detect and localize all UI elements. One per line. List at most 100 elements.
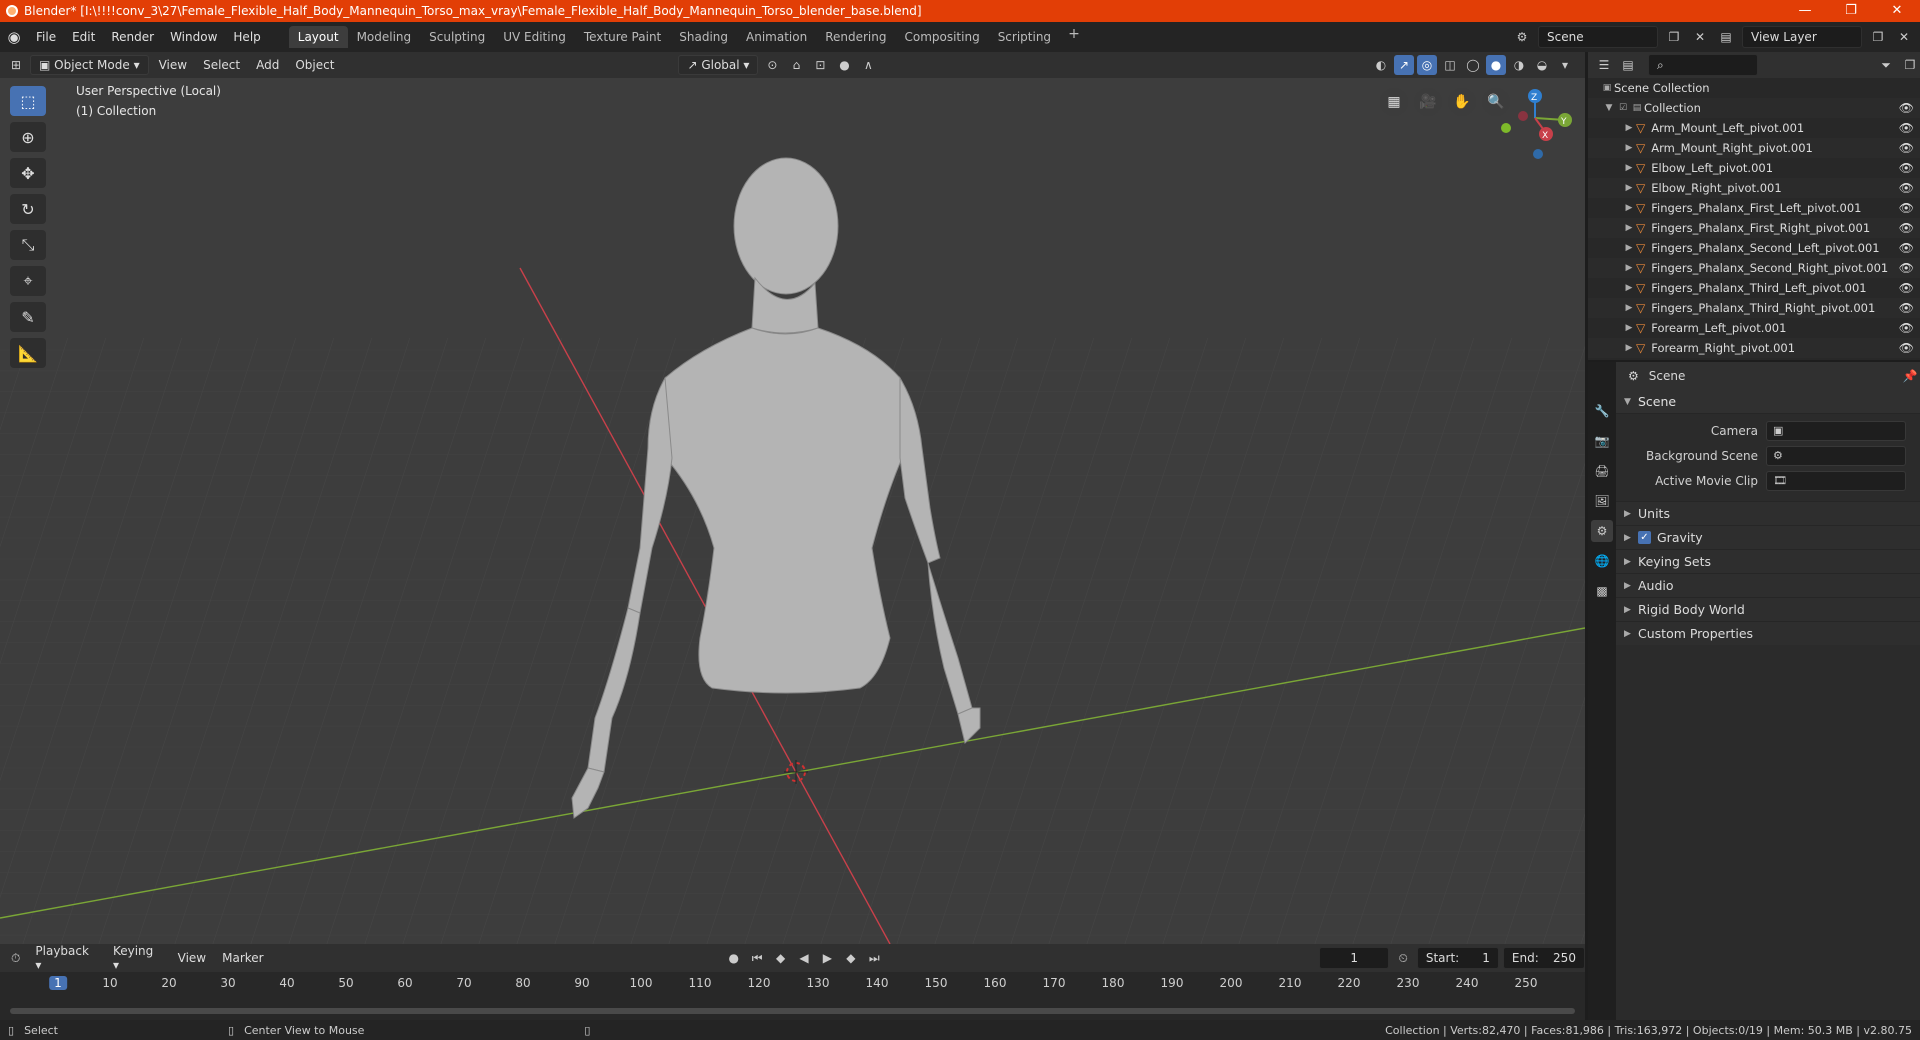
render-tab-icon[interactable]: 📷	[1591, 430, 1613, 452]
expand-arrow-icon[interactable]: ▶	[1622, 343, 1636, 353]
view-layer-tab-icon[interactable]: 🖼	[1591, 490, 1613, 512]
collection-expand-icon[interactable]: ▼	[1602, 103, 1616, 113]
menu-playback[interactable]: Playback ▾	[29, 944, 103, 972]
menu-render[interactable]: Render	[103, 22, 162, 52]
editor-type-icon[interactable]: ⊞	[6, 55, 26, 75]
rendered-shading-icon[interactable]: ◒	[1532, 55, 1552, 75]
expand-arrow-icon[interactable]: ▶	[1622, 283, 1636, 293]
eye-icon[interactable]: 👁	[1899, 321, 1914, 335]
menu-file[interactable]: File	[28, 22, 64, 52]
delete-scene-icon[interactable]: ✕	[1690, 27, 1710, 47]
audio-panel[interactable]: ▶ Audio	[1616, 573, 1920, 597]
outliner-object-row[interactable]: ▶ ▽ Forearm_Left_pivot.001 👁	[1588, 318, 1920, 338]
new-view-layer-icon[interactable]: ❐	[1868, 27, 1888, 47]
tab-scripting[interactable]: Scripting	[989, 26, 1060, 48]
expand-arrow-icon[interactable]: ▶	[1622, 163, 1636, 173]
tab-shading[interactable]: Shading	[670, 26, 737, 48]
select-box-icon[interactable]: ⬚	[10, 86, 46, 116]
add-workspace-icon[interactable]: +	[1060, 26, 1088, 48]
background-scene-field[interactable]: ⚙	[1766, 445, 1906, 466]
rotate-tool-icon[interactable]: ↻	[10, 194, 46, 224]
eye-icon[interactable]: 👁	[1899, 161, 1914, 175]
eye-icon[interactable]: 👁	[1899, 221, 1914, 235]
gizmo-icon[interactable]: ↗	[1394, 55, 1414, 75]
play-reverse-icon[interactable]: ◀	[794, 948, 813, 968]
outliner-object-row[interactable]: ▶ ▽ Fingers_Phalanx_Third_Right_pivot.001 👁	[1588, 298, 1920, 318]
outliner-object-row[interactable]: ▶ ▽ Fingers_Phalanx_First_Right_pivot.001 👁	[1588, 218, 1920, 238]
scene-tab-icon[interactable]: ⚙	[1591, 520, 1613, 542]
gravity-checkbox[interactable]: ✓	[1638, 531, 1651, 544]
expand-arrow-icon[interactable]: ▶	[1622, 263, 1636, 273]
eye-icon[interactable]: 👁	[1899, 101, 1914, 115]
expand-arrow-icon[interactable]: ▶	[1622, 183, 1636, 193]
play-icon[interactable]: ▶	[818, 948, 837, 968]
outliner-object-row[interactable]: ▶ ▽ Forearm_Right_pivot.001 👁	[1588, 338, 1920, 358]
visibility-icon[interactable]: ◐	[1371, 55, 1391, 75]
falloff-icon[interactable]: ∧	[858, 55, 878, 75]
menu-object[interactable]: Object	[289, 58, 340, 72]
preview-range-icon[interactable]: ⏲	[1393, 948, 1412, 968]
eye-icon[interactable]: 👁	[1899, 201, 1914, 215]
collection-checkbox-icon[interactable]: ☑	[1616, 103, 1630, 113]
scene-icon[interactable]: ⚙	[1512, 27, 1532, 47]
current-frame-field[interactable]: 1	[1319, 947, 1390, 969]
next-keyframe-icon[interactable]: ◆	[841, 948, 860, 968]
output-tab-icon[interactable]: 🖨	[1591, 460, 1613, 482]
view-layer-icon[interactable]: ▤	[1716, 27, 1736, 47]
camera-view-icon[interactable]: 🎥	[1414, 88, 1442, 116]
new-collection-icon[interactable]: ❐	[1900, 55, 1920, 75]
start-frame-field[interactable]: Start: 1	[1416, 947, 1499, 969]
outliner-object-row[interactable]: ▶ ▽ Arm_Mount_Right_pivot.001 👁	[1588, 138, 1920, 158]
move-tool-icon[interactable]: ✥	[10, 158, 46, 188]
scale-tool-icon[interactable]: ⤡	[10, 230, 46, 260]
texture-tab-icon[interactable]: ▩	[1591, 580, 1613, 602]
eye-icon[interactable]: 👁	[1899, 261, 1914, 275]
expand-arrow-icon[interactable]: ▶	[1622, 323, 1636, 333]
expand-arrow-icon[interactable]: ▶	[1622, 223, 1636, 233]
expand-arrow-icon[interactable]: ▶	[1622, 303, 1636, 313]
scene-collection-row[interactable]: ▣ Scene Collection	[1588, 78, 1920, 98]
keying-sets-panel[interactable]: ▶ Keying Sets	[1616, 549, 1920, 573]
snap-icon[interactable]: ⌂	[786, 55, 806, 75]
expand-arrow-icon[interactable]: ▶	[1622, 123, 1636, 133]
filter-icon[interactable]: ⏷	[1876, 55, 1896, 75]
outliner-object-row[interactable]: ▶ ▽ Fingers_Phalanx_Second_Right_pivot.001…	[1588, 258, 1920, 278]
prev-keyframe-icon[interactable]: ◆	[771, 948, 790, 968]
tab-compositing[interactable]: Compositing	[895, 26, 988, 48]
blender-menu-icon[interactable]: ◉	[0, 28, 28, 46]
tool-tab-icon[interactable]: 🔧	[1591, 400, 1613, 422]
tab-rendering[interactable]: Rendering	[816, 26, 895, 48]
proportional-editing-icon[interactable]: ●	[834, 55, 854, 75]
maximize-button[interactable]: ❐	[1828, 0, 1874, 22]
tab-animation[interactable]: Animation	[737, 26, 816, 48]
world-tab-icon[interactable]: 🌐	[1591, 550, 1613, 572]
collection-row[interactable]: ▼ ☑ ▤ Collection 👁	[1588, 98, 1920, 118]
menu-window[interactable]: Window	[162, 22, 225, 52]
menu-timeline-view[interactable]: View	[172, 951, 212, 965]
tab-modeling[interactable]: Modeling	[348, 26, 421, 48]
snap-target-icon[interactable]: ⊡	[810, 55, 830, 75]
3d-viewport[interactable]: Z Y X User Perspective (Local) (1) Colle…	[0, 78, 1585, 944]
custom-properties-panel[interactable]: ▶ Custom Properties	[1616, 621, 1920, 645]
menu-edit[interactable]: Edit	[64, 22, 103, 52]
pivot-point-icon[interactable]: ⊙	[762, 55, 782, 75]
display-mode-icon[interactable]: ▤	[1618, 55, 1638, 75]
eye-icon[interactable]: 👁	[1899, 181, 1914, 195]
jump-end-icon[interactable]: ⏭	[865, 948, 884, 968]
timeline-editor-type-icon[interactable]: ⏱	[6, 948, 25, 968]
timeline-scrollbar[interactable]	[10, 1008, 1575, 1014]
zoom-view-icon[interactable]: 🔍	[1482, 88, 1510, 116]
timeline-area[interactable]: 1 10 20 30 40 50 60 70 80 90 100 110 120 130 140 150 160…	[0, 972, 1585, 1020]
menu-marker[interactable]: Marker	[216, 951, 269, 965]
outliner-object-row[interactable]: ▶ ▽ Elbow_Right_pivot.001 👁	[1588, 178, 1920, 198]
pin-icon[interactable]: 📌	[1900, 366, 1920, 386]
tab-texture-paint[interactable]: Texture Paint	[575, 26, 670, 48]
xray-icon[interactable]: ◫	[1440, 55, 1460, 75]
expand-arrow-icon[interactable]: ▶	[1622, 143, 1636, 153]
menu-select[interactable]: Select	[197, 58, 246, 72]
rigid-body-world-panel[interactable]: ▶ Rigid Body World	[1616, 597, 1920, 621]
minimize-button[interactable]: —	[1782, 0, 1828, 22]
view-layer-selector[interactable]: View Layer	[1742, 26, 1862, 48]
outliner-object-row[interactable]: ▶ ▽ Elbow_Left_pivot.001 👁	[1588, 158, 1920, 178]
solid-shading-icon[interactable]: ●	[1486, 55, 1506, 75]
